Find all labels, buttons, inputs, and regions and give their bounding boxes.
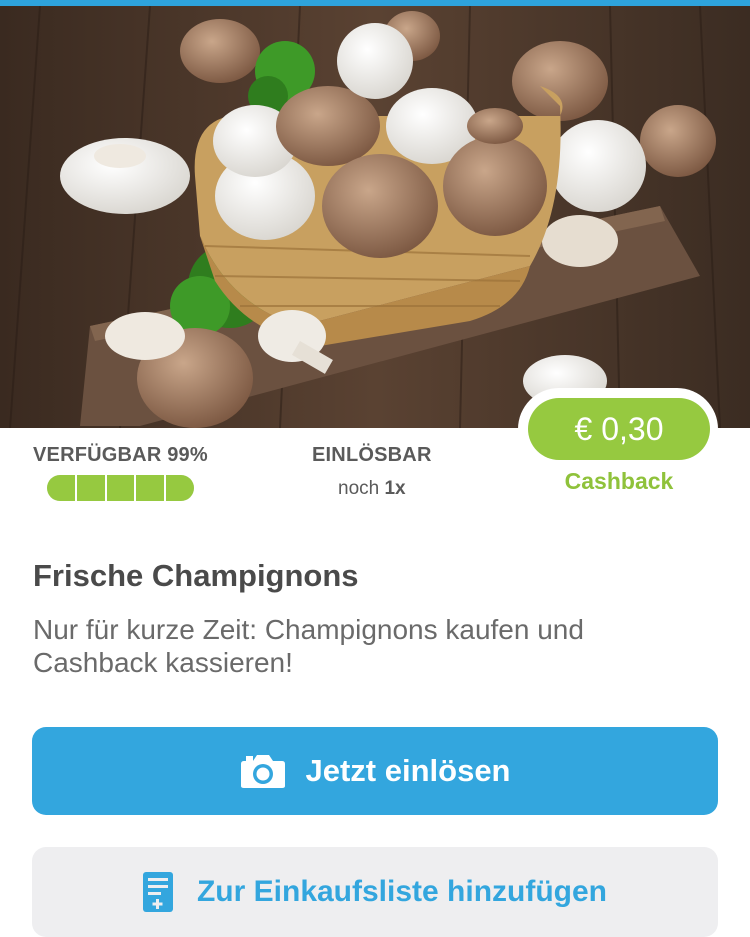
camera-icon [240,753,286,789]
availability-label: VERFÜGBAR 99% [33,444,208,466]
availability-bar-segment [76,475,107,501]
add-to-shopping-list-button[interactable]: Zur Einkaufsliste hinzufügen [32,847,718,937]
redeemable-prefix: noch [338,478,380,499]
redeemable-count-value: 1x [384,478,406,499]
redeem-button-label: Jetzt einlösen [305,753,511,788]
availability-bar-segment [136,475,167,501]
redeem-button[interactable]: Jetzt einlösen [32,727,718,815]
shopping-list-add-icon [142,872,173,912]
cashback-label: Cashback [564,468,674,494]
offer-image [0,6,750,428]
offer-description: Nur für kurze Zeit: Champignons kaufen u… [33,614,584,678]
availability-bar-segment [166,475,194,501]
availability-bar-segment [106,475,137,501]
offer-title: Frische Champignons [33,558,359,593]
availability-progress-bar [47,475,194,501]
cashback-value-badge: € 0,30 [528,398,710,460]
add-to-shopping-list-label: Zur Einkaufsliste hinzufügen [196,875,608,908]
redeemable-label: EINLÖSBAR [312,444,432,466]
redeemable-count: noch 1x [338,478,406,500]
availability-bar-segment [47,475,77,501]
